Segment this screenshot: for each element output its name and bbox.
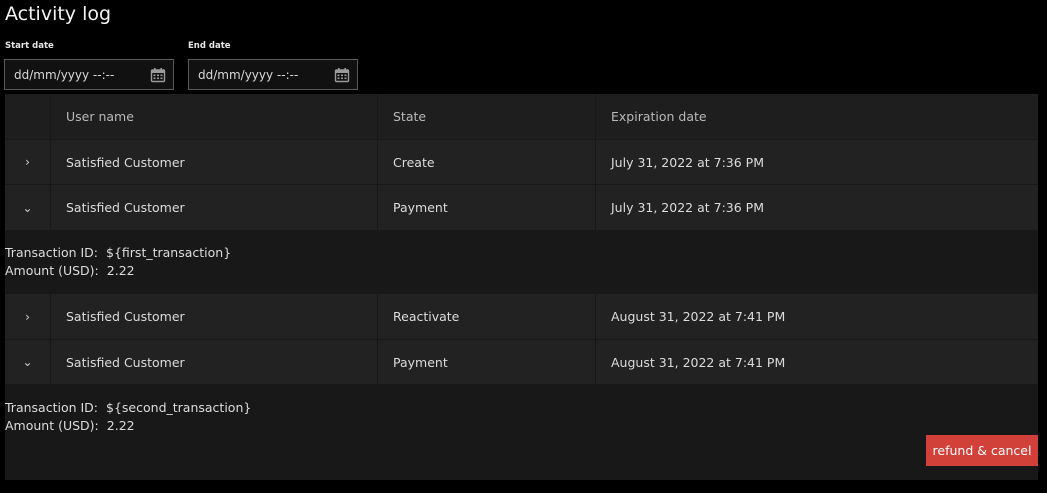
header-user-name[interactable]: User name <box>51 94 377 139</box>
refund-cancel-button[interactable]: refund & cancel <box>926 435 1038 466</box>
activity-table: User name State Expiration date › Satisf… <box>5 94 1038 480</box>
activity-log-page: Activity log Start date dd/mm/yyyy --:--… <box>0 0 1047 493</box>
row-detail-panel: Transaction ID: ${first_transaction} Amou… <box>5 231 1038 293</box>
collapse-row-button[interactable]: ⌄ <box>5 340 50 384</box>
start-date-placeholder: dd/mm/yyyy --:-- <box>14 67 115 82</box>
start-date-input[interactable]: dd/mm/yyyy --:-- <box>4 59 174 90</box>
amount-label: Amount (USD): <box>5 263 99 278</box>
row-detail-panel: Transaction ID: ${second_transaction} Amo… <box>5 385 1038 480</box>
chevron-right-icon: › <box>25 309 30 324</box>
transaction-line: Transaction ID: ${second_transaction} <box>5 399 251 417</box>
chevron-down-icon: ⌄ <box>22 355 33 369</box>
calendar-icon[interactable] <box>150 67 166 83</box>
end-date-input[interactable]: dd/mm/yyyy --:-- <box>188 59 358 90</box>
calendar-icon[interactable] <box>334 67 350 83</box>
expiration-cell: July 31, 2022 at 7:36 PM <box>596 185 1038 230</box>
table-header: User name State Expiration date <box>5 94 1038 139</box>
expiration-cell: August 31, 2022 at 7:41 PM <box>596 340 1038 384</box>
user-name-cell: Satisfied Customer <box>51 185 377 230</box>
state-cell: Create <box>378 140 595 184</box>
amount-value: 2.22 <box>106 418 135 433</box>
collapse-row-button[interactable]: ⌄ <box>5 185 50 230</box>
user-name-cell: Satisfied Customer <box>51 340 377 384</box>
transaction-id-label: Transaction ID: <box>5 400 99 415</box>
amount-value: 2.22 <box>106 263 135 278</box>
user-name-cell: Satisfied Customer <box>51 294 377 339</box>
table-row[interactable]: ⌄ Satisfied Customer Payment August 31, … <box>5 340 1038 384</box>
state-cell: Reactivate <box>378 294 595 339</box>
expand-row-button[interactable]: › <box>5 294 50 339</box>
table-row[interactable]: › Satisfied Customer Create July 31, 202… <box>5 140 1038 184</box>
amount-line: Amount (USD): 2.22 <box>5 417 135 435</box>
amount-line: Amount (USD): 2.22 <box>5 262 135 280</box>
end-date-placeholder: dd/mm/yyyy --:-- <box>198 67 299 82</box>
end-date-label: End date <box>188 41 231 51</box>
expiration-cell: August 31, 2022 at 7:41 PM <box>596 294 1038 339</box>
header-expander <box>5 94 50 139</box>
state-cell: Payment <box>378 185 595 230</box>
header-state[interactable]: State <box>378 94 595 139</box>
start-date-label: Start date <box>5 41 54 51</box>
transaction-id-value: ${second_transaction} <box>106 400 252 415</box>
chevron-down-icon: ⌄ <box>22 200 33 215</box>
transaction-id-value: ${first_transaction} <box>106 245 232 260</box>
expand-row-button[interactable]: › <box>5 140 50 184</box>
table-row[interactable]: › Satisfied Customer Reactivate August 3… <box>5 294 1038 339</box>
chevron-right-icon: › <box>25 155 30 169</box>
transaction-id-label: Transaction ID: <box>5 245 99 260</box>
table-row[interactable]: ⌄ Satisfied Customer Payment July 31, 20… <box>5 185 1038 230</box>
header-expiration-date[interactable]: Expiration date <box>596 94 1038 139</box>
amount-label: Amount (USD): <box>5 418 99 433</box>
state-cell: Payment <box>378 340 595 384</box>
user-name-cell: Satisfied Customer <box>51 140 377 184</box>
expiration-cell: July 31, 2022 at 7:36 PM <box>596 140 1038 184</box>
transaction-line: Transaction ID: ${first_transaction} <box>5 244 231 262</box>
page-title: Activity log <box>5 3 112 25</box>
